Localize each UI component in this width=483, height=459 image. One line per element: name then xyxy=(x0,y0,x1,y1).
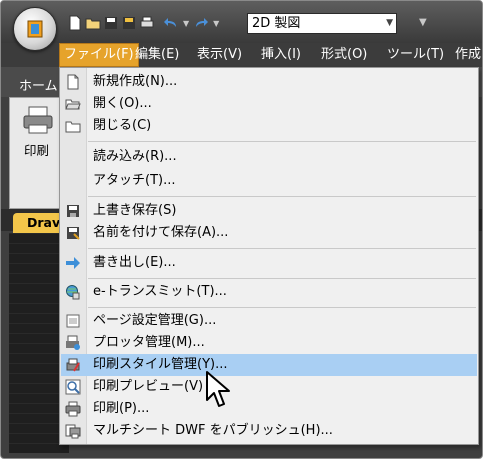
menu-separator xyxy=(88,248,476,249)
redo-icon[interactable] xyxy=(193,15,209,31)
menu-separator xyxy=(88,307,476,308)
menu-item-save[interactable]: 上書き保存(S) xyxy=(61,200,477,222)
menu-draw[interactable]: 作成 xyxy=(451,43,482,67)
menu-format[interactable]: 形式(O) xyxy=(317,43,371,67)
menu-file[interactable]: ファイル(F) xyxy=(59,43,139,67)
menu-item-page-setup[interactable]: ページ設定管理(G)... xyxy=(61,310,477,332)
close-folder-icon xyxy=(65,118,81,134)
application-menu-button[interactable] xyxy=(13,7,57,51)
menu-insert[interactable]: 挿入(I) xyxy=(257,43,305,67)
print-icon[interactable] xyxy=(139,15,155,31)
menu-separator xyxy=(88,141,476,142)
tab-home[interactable]: ホーム xyxy=(19,75,58,94)
quick-access-toolbar: ▼ ▼ xyxy=(67,11,221,35)
new-file-icon[interactable] xyxy=(67,15,83,31)
save-as-icon xyxy=(65,225,81,241)
document-tab[interactable]: Drav xyxy=(13,213,63,233)
menu-item-new[interactable]: 新規作成(N)... xyxy=(61,71,477,93)
menu-edit[interactable]: 編集(E) xyxy=(131,43,183,67)
etransmit-icon xyxy=(65,284,81,300)
save-icon xyxy=(65,203,81,219)
page-setup-icon xyxy=(65,313,81,329)
app-logo-icon xyxy=(27,20,43,38)
plotter-manager-icon xyxy=(65,335,81,351)
chevron-down-icon: ▼ xyxy=(386,18,393,28)
application-window: ▼ ▼ 2D 製図 ▼ ▼ ファイル(F) 編集(E) 表示(V) 挿入(I) … xyxy=(0,0,483,459)
save-icon[interactable] xyxy=(103,15,119,31)
export-arrow-icon xyxy=(65,255,81,271)
menu-tools[interactable]: ツール(T) xyxy=(383,43,448,67)
redo-dropdown-icon[interactable]: ▼ xyxy=(213,19,219,28)
menu-separator xyxy=(88,278,476,279)
menu-view[interactable]: 表示(V) xyxy=(193,43,246,67)
print-icon xyxy=(65,401,81,417)
menu-item-plotter-manager[interactable]: プロッタ管理(M)... xyxy=(61,332,477,354)
file-menu-dropdown: 新規作成(N)... 開く(O)... 閉じる(C) 読み込み(R)... アタ… xyxy=(59,67,479,445)
menu-item-open[interactable]: 開く(O)... xyxy=(61,93,477,115)
undo-dropdown-icon[interactable]: ▼ xyxy=(183,19,189,28)
menu-item-plot-style-manager[interactable]: 印刷スタイル管理(Y)... xyxy=(61,354,477,376)
menu-bar: ファイル(F) 編集(E) 表示(V) 挿入(I) 形式(O) ツール(T) 作… xyxy=(1,43,482,67)
publish-icon xyxy=(65,423,81,439)
customize-toolbar-icon[interactable]: ▼ xyxy=(419,17,427,28)
menu-item-print-preview[interactable]: 印刷プレビュー(V) xyxy=(61,376,477,398)
menu-separator xyxy=(88,196,476,197)
open-folder-icon xyxy=(65,96,81,112)
plot-icon[interactable] xyxy=(22,106,54,134)
undo-icon[interactable] xyxy=(163,15,179,31)
menu-item-export[interactable]: 書き出し(E)... xyxy=(61,252,477,274)
menu-item-attach[interactable]: アタッチ(T)... xyxy=(61,170,477,192)
menu-item-import[interactable]: 読み込み(R)... xyxy=(61,146,477,168)
new-file-icon xyxy=(65,74,81,90)
save-as-icon[interactable] xyxy=(121,15,137,31)
menu-item-print[interactable]: 印刷(P)... xyxy=(61,398,477,420)
menu-item-etransmit[interactable]: e-トランスミット(T)... xyxy=(61,281,477,303)
plot-style-icon xyxy=(65,357,81,373)
open-folder-icon[interactable] xyxy=(85,15,101,31)
menu-item-close[interactable]: 閉じる(C) xyxy=(61,115,477,137)
plot-button-label[interactable]: 印刷 xyxy=(24,140,49,159)
menu-item-publish[interactable]: マルチシート DWF をパブリッシュ(H)... xyxy=(61,420,477,442)
mouse-pointer-icon xyxy=(206,371,230,407)
workspace-value: 2D 製図 xyxy=(252,16,301,31)
workspace-select[interactable]: 2D 製図 ▼ xyxy=(247,13,397,34)
print-preview-icon xyxy=(65,379,81,395)
menu-item-save-as[interactable]: 名前を付けて保存(A)... xyxy=(61,222,477,244)
